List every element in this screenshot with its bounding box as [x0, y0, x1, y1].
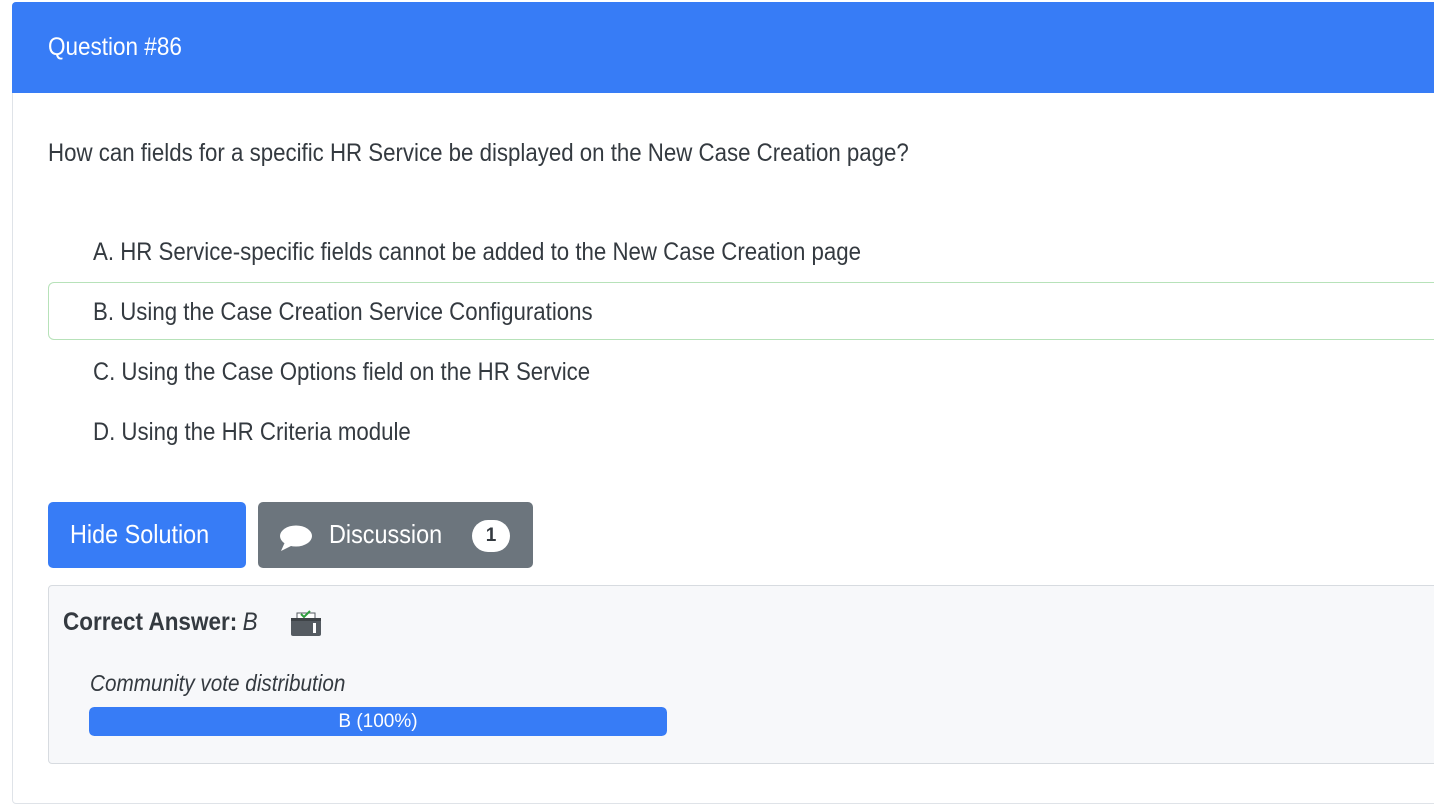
correct-answer-value: B: [242, 608, 258, 636]
discussion-label: Discussion: [329, 519, 443, 549]
choice-b[interactable]: B. Using the Case Creation Service Confi…: [48, 282, 1434, 340]
answer-panel: Correct Answer: B Community vote distribu…: [48, 585, 1434, 764]
question-header: Question #86: [12, 2, 1434, 93]
discussion-button[interactable]: Discussion 1: [258, 502, 533, 568]
choice-label: D. Using the HR Criteria module: [93, 418, 411, 446]
vote-distribution-title: Community vote distribution: [90, 670, 346, 696]
correct-answer-label: Correct Answer:: [63, 608, 238, 636]
vote-progress-label: B (100%): [338, 711, 418, 732]
hide-solution-button[interactable]: Hide Solution: [48, 502, 246, 568]
choices-list: A. HR Service-specific fields cannot be …: [48, 222, 1434, 462]
question-text: How can fields for a specific HR Service…: [48, 139, 909, 167]
choice-label: C. Using the Case Options field on the H…: [93, 358, 591, 386]
choice-c[interactable]: C. Using the Case Options field on the H…: [48, 342, 1434, 400]
discussion-count-badge: 1: [472, 520, 510, 552]
choice-label: B. Using the Case Creation Service Confi…: [93, 298, 593, 326]
choice-d[interactable]: D. Using the HR Criteria module: [48, 402, 1434, 460]
ballot-box-icon: [291, 610, 321, 636]
choice-label: A. HR Service-specific fields cannot be …: [93, 238, 862, 266]
hide-solution-label: Hide Solution: [70, 519, 210, 549]
question-title: Question #86: [48, 33, 182, 61]
vote-progress-bar: B (100%): [89, 707, 667, 736]
correct-answer: Correct Answer: B: [63, 607, 258, 637]
choice-a[interactable]: A. HR Service-specific fields cannot be …: [48, 222, 1434, 280]
chat-icon: [280, 525, 312, 551]
